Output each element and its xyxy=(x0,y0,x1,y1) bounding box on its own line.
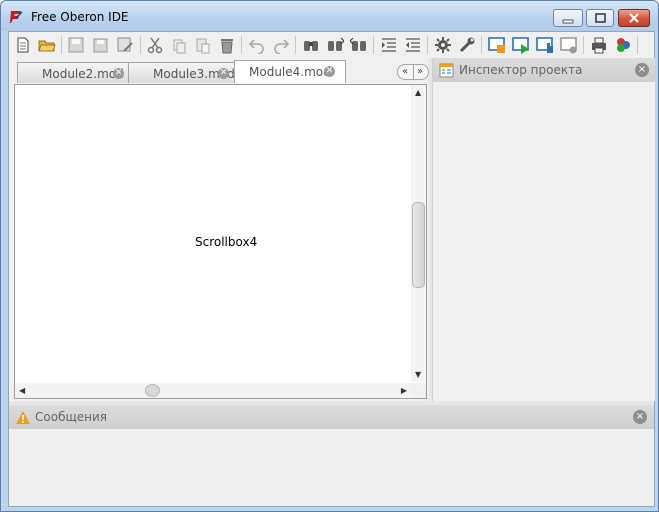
scroll-right-icon[interactable]: ▶ xyxy=(401,386,407,395)
toolbar xyxy=(9,32,654,58)
toolbar-separator xyxy=(241,36,242,54)
inspector-icon xyxy=(439,63,454,78)
inspector-title: Инспектор проекта xyxy=(459,63,583,77)
delete-icon[interactable] xyxy=(217,35,237,55)
close-icon[interactable]: × xyxy=(633,410,647,424)
compile-icon[interactable] xyxy=(487,35,507,55)
scroll-left-icon[interactable]: ◀ xyxy=(19,386,25,395)
editor-scrollbox[interactable]: Scrollbox4 ▲ ▼ ◀ ▶ xyxy=(14,84,427,399)
toolbar-separator xyxy=(61,36,62,54)
outdent-icon[interactable] xyxy=(403,35,423,55)
cut-icon[interactable] xyxy=(145,35,165,55)
vertical-scroll-thumb[interactable] xyxy=(412,202,425,288)
tab-module4[interactable]: Module4.mod ✕ xyxy=(234,60,346,83)
tab-module3[interactable]: Module3.mod ✕ xyxy=(128,62,238,83)
editor-tab-strip: Module2.mod ✕ Module3.mod ✕ Module4.mod … xyxy=(12,60,429,84)
print-icon[interactable] xyxy=(589,35,609,55)
editor-content: Scrollbox4 xyxy=(195,235,258,249)
indent-icon[interactable] xyxy=(379,35,399,55)
toolbar-separator xyxy=(481,36,482,54)
close-window-button[interactable] xyxy=(618,9,650,27)
tab-prev-button[interactable]: « xyxy=(402,65,408,79)
save-edit-icon[interactable] xyxy=(115,35,135,55)
find-prev-icon[interactable] xyxy=(325,35,345,55)
messages-panel: Сообщения × xyxy=(9,405,654,506)
toolbar-separator xyxy=(583,36,584,54)
build-icon[interactable] xyxy=(535,35,555,55)
paste-icon[interactable] xyxy=(193,35,213,55)
toolbar-separator xyxy=(637,36,638,54)
vertical-scrollbar[interactable]: ▲ ▼ xyxy=(411,85,426,382)
warning-icon xyxy=(16,411,30,424)
copy-icon[interactable] xyxy=(169,35,189,55)
stop-icon[interactable] xyxy=(559,35,579,55)
wrench-icon[interactable] xyxy=(457,35,477,55)
settings-gear-icon[interactable] xyxy=(433,35,453,55)
title-bar[interactable]: Free Oberon IDE xyxy=(1,1,658,31)
tab-module2[interactable]: Module2.mod ✕ xyxy=(17,62,129,83)
scroll-down-icon[interactable]: ▼ xyxy=(415,370,421,379)
close-tab-icon[interactable]: ✕ xyxy=(113,68,124,79)
open-folder-icon[interactable] xyxy=(37,35,57,55)
horizontal-scrollbar[interactable]: ◀ ▶ xyxy=(15,383,411,398)
toolbar-separator xyxy=(295,36,296,54)
redo-icon[interactable] xyxy=(271,35,291,55)
run-icon[interactable] xyxy=(511,35,531,55)
tab-label: Module2.mod xyxy=(42,67,124,81)
toolbar-separator xyxy=(373,36,374,54)
messages-title: Сообщения xyxy=(35,410,108,424)
app-logo-icon xyxy=(10,11,23,23)
undo-icon[interactable] xyxy=(247,35,267,55)
window-title: Free Oberon IDE xyxy=(31,10,129,24)
maximize-button[interactable] xyxy=(586,9,614,27)
scroll-up-icon[interactable]: ▲ xyxy=(415,88,421,97)
minimize-icon xyxy=(562,19,574,24)
find-icon[interactable] xyxy=(301,35,321,55)
messages-list[interactable] xyxy=(9,431,654,506)
close-tab-icon[interactable]: ✕ xyxy=(324,66,335,77)
save-icon[interactable] xyxy=(66,35,86,55)
project-inspector-panel: Инспектор проекта × xyxy=(432,58,655,401)
app-window: Free Oberon IDE Module2.mod ✕ Module3.mo… xyxy=(0,0,659,512)
messages-header: Сообщения × xyxy=(9,405,654,429)
colors-icon[interactable] xyxy=(613,35,633,55)
close-tab-icon[interactable]: ✕ xyxy=(218,68,229,79)
tab-scroll-buttons: « » xyxy=(397,64,429,80)
toolbar-separator xyxy=(140,36,141,54)
tab-next-button[interactable]: » xyxy=(417,65,423,79)
save-as-icon[interactable] xyxy=(91,35,111,55)
toolbar-separator xyxy=(427,36,428,54)
inspector-header: Инспектор проекта × xyxy=(433,58,655,82)
client-area: Module2.mod ✕ Module3.mod ✕ Module4.mod … xyxy=(8,31,655,507)
new-file-icon[interactable] xyxy=(13,35,33,55)
minimize-button[interactable] xyxy=(553,9,583,27)
close-icon[interactable]: × xyxy=(635,63,649,77)
horizontal-scroll-thumb[interactable] xyxy=(145,384,160,397)
tab-label: Module4.mod xyxy=(249,65,331,79)
restore-icon xyxy=(595,13,606,23)
close-icon xyxy=(629,13,639,23)
scroll-corner xyxy=(411,383,426,398)
find-next-icon[interactable] xyxy=(349,35,369,55)
